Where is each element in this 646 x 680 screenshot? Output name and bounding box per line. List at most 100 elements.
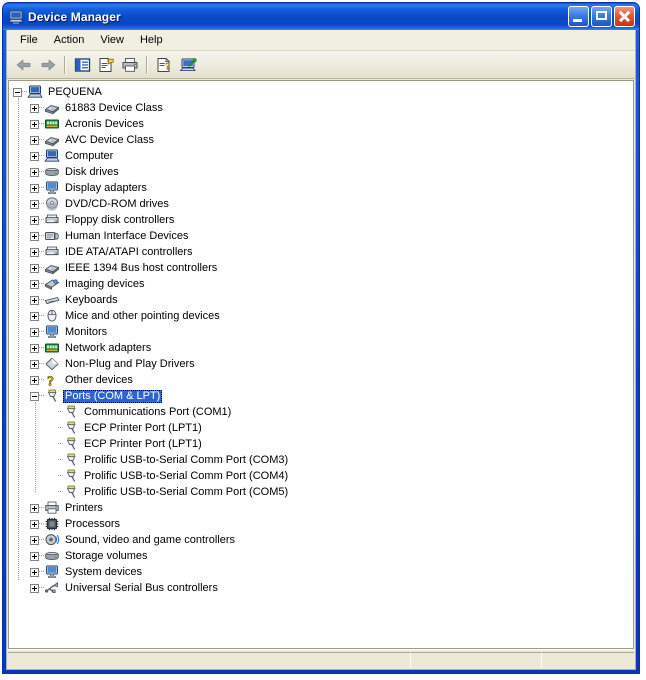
expand-icon[interactable]	[30, 327, 39, 337]
tree-item[interactable]: Acronis Devices	[9, 116, 633, 132]
tree-item[interactable]: Network adapters	[9, 340, 633, 356]
tree-item-label: ECP Printer Port (LPT1)	[84, 437, 202, 450]
tree-item[interactable]: ECP Printer Port (LPT1)	[9, 420, 633, 436]
tree-item[interactable]: Prolific USB-to-Serial Comm Port (COM3)	[9, 452, 633, 468]
svg-text:?: ?	[47, 374, 54, 388]
collapse-icon[interactable]	[13, 87, 22, 97]
tree-item-label: Mice and other pointing devices	[65, 309, 220, 322]
title-bar[interactable]: Device Manager	[3, 3, 639, 30]
expand-icon[interactable]	[30, 135, 39, 145]
expand-icon[interactable]	[30, 519, 39, 529]
scan-hardware-button[interactable]	[176, 53, 200, 76]
tree-item-label: Other devices	[65, 373, 133, 386]
tree-item[interactable]: Monitors	[9, 324, 633, 340]
menu-file[interactable]: File	[12, 32, 46, 48]
maximize-button[interactable]	[591, 6, 612, 27]
tree-item[interactable]: Computer	[9, 148, 633, 164]
minimize-button[interactable]	[568, 6, 589, 27]
tree-item[interactable]: Processors	[9, 516, 633, 532]
right-arrow-icon	[41, 59, 56, 70]
tree-item[interactable]: Human Interface Devices	[9, 228, 633, 244]
expand-icon[interactable]	[30, 583, 39, 593]
speaker-icon	[44, 532, 60, 548]
tree-item[interactable]: ECP Printer Port (LPT1)	[9, 436, 633, 452]
port-icon	[63, 436, 79, 452]
tree-item[interactable]: Universal Serial Bus controllers	[9, 580, 633, 596]
expand-icon[interactable]	[30, 119, 39, 129]
help-properties-icon: ?	[157, 57, 170, 72]
tree-item[interactable]: IEEE 1394 Bus host controllers	[9, 260, 633, 276]
properties-icon	[99, 57, 114, 72]
tree-item-label: DVD/CD-ROM drives	[65, 197, 169, 210]
tree-item[interactable]: Printers	[9, 500, 633, 516]
expand-icon[interactable]	[30, 359, 39, 369]
expand-icon[interactable]	[30, 503, 39, 513]
expand-icon[interactable]	[30, 247, 39, 257]
tree-item[interactable]: Prolific USB-to-Serial Comm Port (COM5)	[9, 484, 633, 500]
collapse-icon[interactable]	[30, 391, 39, 401]
monitor-icon	[44, 180, 60, 196]
tree-item[interactable]: Display adapters	[9, 180, 633, 196]
device-class-icon	[44, 100, 60, 116]
expand-icon[interactable]	[30, 311, 39, 321]
tree-item[interactable]: PEQUENA	[9, 84, 633, 100]
port-icon	[63, 420, 79, 436]
tree-item-label: PEQUENA	[48, 85, 102, 98]
mouse-icon	[44, 308, 60, 324]
tree-item-label: Computer	[65, 149, 114, 162]
properties-button[interactable]	[94, 53, 118, 76]
tree-item[interactable]: Ports (COM & LPT)	[9, 388, 633, 404]
controller-icon	[44, 244, 60, 260]
expand-icon[interactable]	[30, 279, 39, 289]
expand-icon[interactable]	[30, 231, 39, 241]
device-tree-list: PEQUENA 61883 Device Class Acronis Devices…	[9, 81, 633, 596]
tree-item[interactable]: 61883 Device Class	[9, 100, 633, 116]
show-hide-tree-button[interactable]	[70, 53, 94, 76]
tree-item[interactable]: Prolific USB-to-Serial Comm Port (COM4)	[9, 468, 633, 484]
tree-item[interactable]: Disk drives	[9, 164, 633, 180]
back-button[interactable]	[12, 53, 36, 76]
expand-icon[interactable]	[30, 183, 39, 193]
tree-item[interactable]: Imaging devices	[9, 276, 633, 292]
expand-icon[interactable]	[30, 375, 39, 385]
tree-item[interactable]: Mice and other pointing devices	[9, 308, 633, 324]
menu-action[interactable]: Action	[46, 32, 93, 48]
expand-icon[interactable]	[30, 215, 39, 225]
menu-view[interactable]: View	[92, 32, 132, 48]
controller-icon	[44, 212, 60, 228]
tree-item[interactable]: Sound, video and game controllers	[9, 532, 633, 548]
tree-item[interactable]: ? Other devices	[9, 372, 633, 388]
tree-item[interactable]: System devices	[9, 564, 633, 580]
expand-icon[interactable]	[30, 567, 39, 577]
expand-icon[interactable]	[30, 343, 39, 353]
forward-button[interactable]	[36, 53, 60, 76]
separator-2	[146, 55, 148, 74]
expand-icon[interactable]	[30, 103, 39, 113]
tree-item-label: Prolific USB-to-Serial Comm Port (COM4)	[84, 469, 289, 482]
computer-icon	[8, 9, 24, 25]
expand-icon[interactable]	[30, 263, 39, 273]
tree-item[interactable]: AVC Device Class	[9, 132, 633, 148]
close-button[interactable]	[614, 6, 635, 27]
tree-item[interactable]: Floppy disk controllers	[9, 212, 633, 228]
expand-icon[interactable]	[30, 167, 39, 177]
menu-help[interactable]: Help	[132, 32, 171, 48]
expand-icon[interactable]	[30, 551, 39, 561]
tree-item[interactable]: Storage volumes	[9, 548, 633, 564]
help-button[interactable]: ?	[152, 53, 176, 76]
tree-item-label: Disk drives	[65, 165, 119, 178]
tree-item[interactable]: DVD/CD-ROM drives	[9, 196, 633, 212]
expand-icon[interactable]	[30, 199, 39, 209]
print-button[interactable]	[118, 53, 142, 76]
tree-item-label: 61883 Device Class	[65, 101, 163, 114]
tree-item[interactable]: Keyboards	[9, 292, 633, 308]
expand-icon[interactable]	[30, 535, 39, 545]
tree-item[interactable]: IDE ATA/ATAPI controllers	[9, 244, 633, 260]
hid-icon	[44, 228, 60, 244]
expand-icon[interactable]	[30, 151, 39, 161]
tree-item[interactable]: Communications Port (COM1)	[9, 404, 633, 420]
device-tree[interactable]: PEQUENA 61883 Device Class Acronis Devices…	[8, 80, 634, 649]
expand-icon[interactable]	[30, 295, 39, 305]
tree-item[interactable]: Non-Plug and Play Drivers	[9, 356, 633, 372]
tree-item-label: Prolific USB-to-Serial Comm Port (COM3)	[84, 453, 289, 466]
